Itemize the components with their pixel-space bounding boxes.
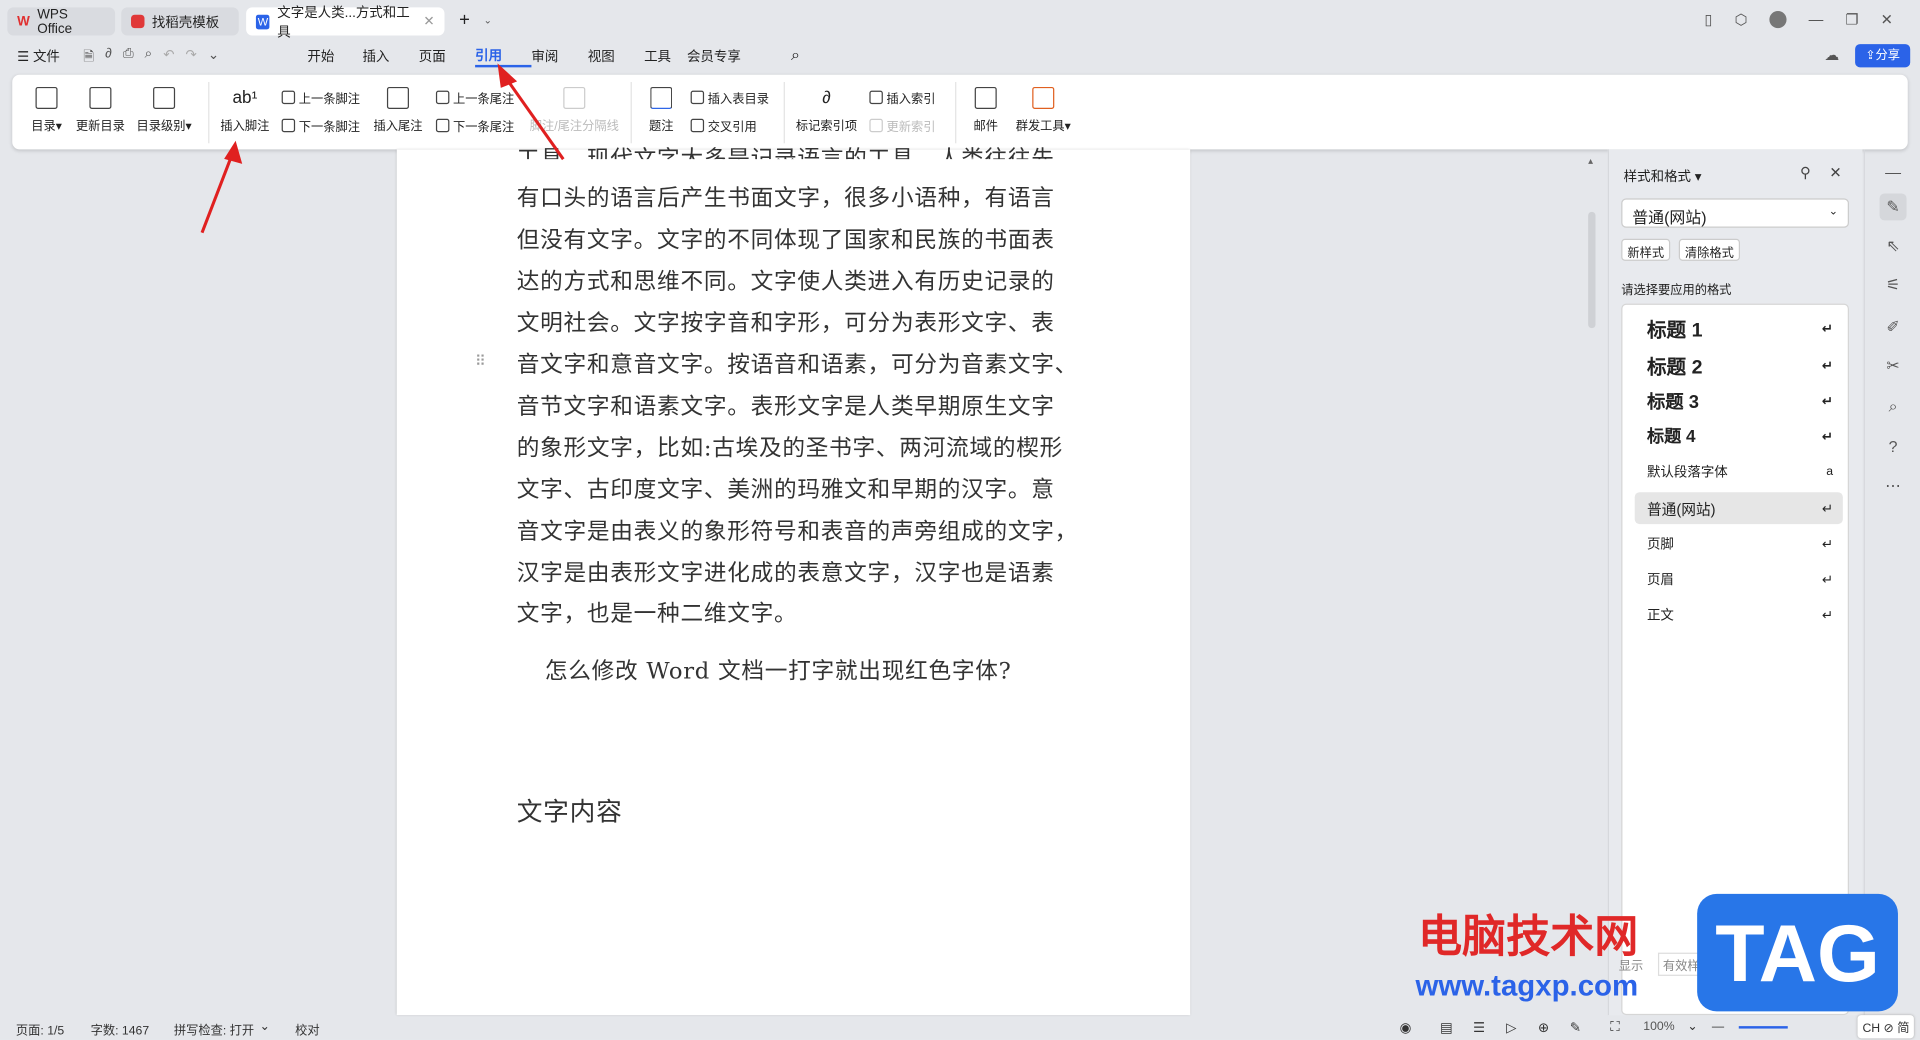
styles-panel: 样式和格式 ▾ ⚲ ✕ 普通(网站) ⌄ 新样式 清除格式 请选择要应用的格式 标… (1607, 149, 1863, 1016)
style-item-normal-web[interactable]: 普通(网站) ↵ (1634, 492, 1843, 525)
zoom-slider[interactable] (1738, 1026, 1788, 1029)
tools-icon[interactable]: ✂ (1880, 353, 1907, 380)
style-item-footer[interactable]: 页脚 ↵ (1635, 528, 1843, 560)
edit-doc-icon[interactable]: ✐ (1880, 313, 1907, 340)
return-icon: ↵ (1821, 501, 1834, 517)
eye-icon[interactable]: ◉ (1400, 1020, 1412, 1036)
ime-indicator[interactable]: CH ⊘ 简 (1857, 1015, 1915, 1039)
prompt-text: 请选择要应用的格式 (1621, 284, 1732, 298)
return-icon: ↵ (1821, 607, 1834, 623)
label: 标题 3 (1646, 391, 1699, 413)
close-panel-icon[interactable]: ✕ (1829, 164, 1841, 181)
label: 标题 1 (1646, 320, 1703, 342)
word-count[interactable]: 字数: 1467 (91, 1020, 150, 1038)
label: 标题 4 (1646, 426, 1696, 446)
doc-search-icon[interactable]: ⌕ (1880, 393, 1907, 420)
zoom-level[interactable]: 100% (1643, 1020, 1674, 1033)
proofread-button[interactable]: 校对 (295, 1020, 319, 1038)
adjust-icon[interactable]: ⚟ (1880, 272, 1907, 299)
return-icon: ↵ (1821, 358, 1834, 373)
style-item-body[interactable]: 正文 ↵ (1635, 599, 1843, 631)
style-item-heading2[interactable]: 标题 2 ↵ (1635, 349, 1843, 381)
select-cursor-icon[interactable]: ⇖ (1880, 233, 1907, 260)
label: 正文 (1646, 608, 1674, 624)
watermark-url-text: www.tagxp.com (1415, 969, 1639, 1003)
fit-page-icon[interactable]: ⛶ (1610, 1020, 1619, 1036)
char-style-icon: a (1826, 464, 1834, 479)
return-icon: ↵ (1821, 429, 1834, 444)
spell-check-toggle[interactable]: 拼写检查: 打开 (174, 1020, 254, 1038)
style-select[interactable]: 普通(网站) ⌄ (1621, 198, 1849, 228)
page-view-icon[interactable]: ▤ (1440, 1020, 1453, 1036)
title-label: 样式和格式 (1623, 170, 1692, 185)
pin-icon[interactable]: ⚲ (1800, 164, 1811, 181)
style-item-heading3[interactable]: 标题 3 ↵ (1635, 384, 1843, 416)
outline-view-icon[interactable]: ☰ (1473, 1020, 1485, 1036)
label: 普通(网站) (1646, 500, 1716, 518)
pen-icon[interactable]: ✎ (1570, 1020, 1581, 1036)
panel-title[interactable]: 样式和格式 ▾ (1624, 167, 1702, 187)
watermark: 电脑技术网 www.tagxp.com TAG (1403, 893, 1898, 1016)
more-icon[interactable]: ⋯ (1880, 473, 1907, 500)
new-style-button[interactable]: 新样式 (1621, 238, 1671, 261)
return-icon: ↵ (1821, 572, 1834, 588)
play-icon[interactable]: ▷ (1506, 1020, 1516, 1036)
arrow-to-references-tab (503, 75, 565, 161)
style-item-heading1[interactable]: 标题 1 ↵ (1635, 312, 1843, 344)
arrow-to-footnote (200, 152, 235, 234)
chevron-down-icon: ⌄ (1828, 204, 1838, 217)
arrow-head (224, 140, 243, 164)
return-icon: ↵ (1821, 536, 1834, 552)
collapse-icon[interactable]: — (1880, 159, 1907, 186)
label: 默认段落字体 (1646, 465, 1728, 481)
style-item-heading4[interactable]: 标题 4 ↵ (1635, 420, 1843, 452)
help-icon[interactable]: ? (1880, 433, 1907, 460)
chevron-down-icon[interactable]: ⌄ (1687, 1020, 1697, 1033)
watermark-tag-logo: TAG (1697, 893, 1898, 1012)
clear-format-button[interactable]: 清除格式 (1678, 238, 1741, 261)
label: 标题 2 (1646, 357, 1703, 379)
pen-style-icon[interactable]: ✎ (1879, 193, 1907, 221)
chevron-down-icon[interactable]: ⌄ (260, 1020, 270, 1033)
wps-window: W WPS Office 找稻壳模板 W 文字是人类...方式和工具 ✕ + ⌄ ▯ ⬡… (0, 0, 1920, 1040)
web-view-icon[interactable]: ⊕ (1538, 1020, 1549, 1036)
status-bar: 页面: 1/5 字数: 1467 拼写检查: 打开 ⌄ 校对 ◉ ▤ ☰ ▷ ⊕… (0, 1015, 1920, 1039)
right-toolbar: — ✎ ⇖ ⚟ ✐ ✂ ⌕ ? ⋯ (1863, 149, 1920, 1016)
selected-style: 普通(网站) (1632, 208, 1707, 227)
label: 页眉 (1646, 573, 1674, 588)
style-item-default-font[interactable]: 默认段落字体 a (1635, 456, 1843, 488)
watermark-site-text: 电脑技术网 (1417, 911, 1639, 962)
return-icon: ↵ (1821, 321, 1834, 337)
label: 页脚 (1646, 537, 1674, 553)
zoom-out-icon[interactable]: — (1712, 1020, 1724, 1033)
style-item-header[interactable]: 页眉 ↵ (1635, 563, 1843, 595)
page-indicator[interactable]: 页面: 1/5 (16, 1020, 64, 1038)
return-icon: ↵ (1821, 393, 1834, 409)
arrow-head (497, 63, 518, 88)
